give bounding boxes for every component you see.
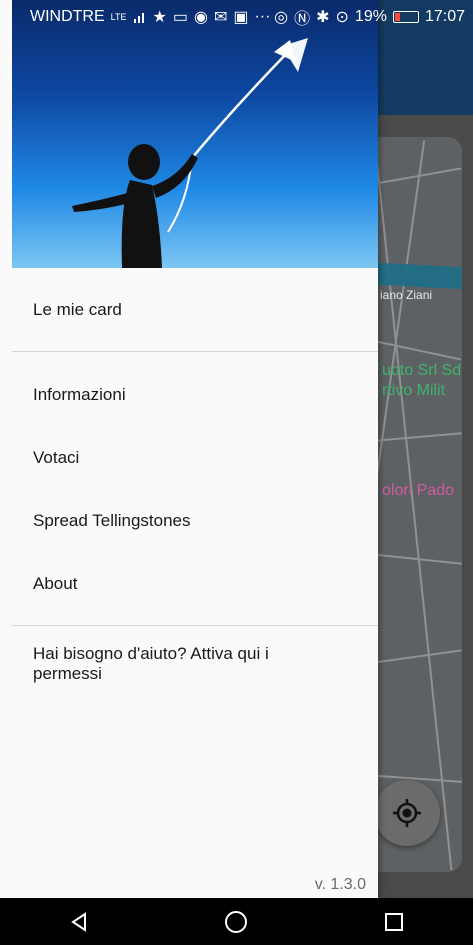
location-icon: ⊙ [335,9,349,26]
battery-percent: 19% [354,8,387,25]
status-bar: WINDTRE LTE ★ ▭ ◉ ✉ ▣ ··· ◎ Ⓝ ✱ ⊙ 19% 17… [0,0,473,34]
divider [12,625,378,626]
home-button[interactable] [206,902,266,942]
divider [12,351,378,352]
screen-icon: ▭ [172,9,188,26]
gallery-icon: ▣ [233,9,249,26]
home-circle-icon [225,910,248,933]
recents-button[interactable] [364,902,424,942]
kite-boy-illustration [72,38,308,268]
carrier-name: WINDTRE [30,8,105,25]
battery-icon [392,11,419,23]
map-label-poi: uoto Srl Sd [382,362,462,379]
menu-item-informazioni[interactable]: Informazioni [33,385,126,405]
map-label-poi: olori Pado [382,482,455,499]
star-icon: ★ [152,9,167,26]
app-version: v. 1.3.0 [314,876,366,893]
signal-icon [133,13,144,23]
eye-icon: ◎ [274,9,289,26]
clock: 17:07 [424,8,465,25]
more-icon: ··· [254,8,271,25]
map-label-poi: rtivo Milit [382,382,446,399]
network-type: LTE [110,11,127,22]
menu-item-about[interactable]: About [33,574,77,594]
menu-item-help-permissions[interactable]: Hai bisogno d'aiuto? Attiva qui i permes… [33,644,333,684]
map-label-street: iano Ziani [380,288,433,302]
my-location-button[interactable] [374,780,440,846]
system-nav-bar [0,898,473,945]
menu-item-le-mie-card[interactable]: Le mie card [33,300,122,320]
drawer-header-image [12,0,378,268]
back-triangle-icon [71,911,86,932]
menu-item-votaci[interactable]: Votaci [33,448,79,468]
recents-square-icon [385,912,404,931]
back-button[interactable] [49,902,109,942]
mail-icon: ✉ [213,9,228,26]
bluetooth-icon: ✱ [316,9,330,26]
chrome-icon: ◉ [193,9,208,26]
menu-item-spread-tellingstones[interactable]: Spread Tellingstones [33,511,191,531]
nfc-icon: Ⓝ [294,11,311,28]
map-road [373,138,453,871]
crosshair-icon [393,799,421,827]
navigation-drawer: Le mie card Informazioni Votaci Spread T… [0,0,378,898]
